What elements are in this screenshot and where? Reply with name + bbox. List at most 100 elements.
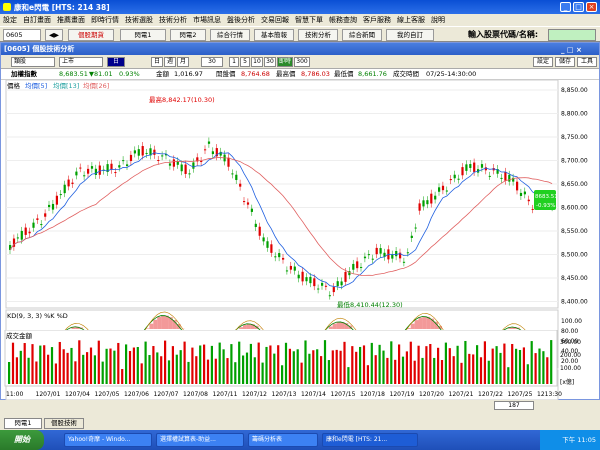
min-button[interactable]: 10 [251, 57, 263, 67]
volume-bar [214, 358, 217, 384]
volume-bar [230, 344, 233, 384]
volume-bar [179, 350, 182, 384]
volume-bar [206, 359, 210, 384]
volume-bar [359, 346, 362, 384]
candle-body [67, 179, 70, 187]
menu-item[interactable]: 推薦畫面 [54, 15, 88, 25]
scroll-position[interactable]: 187 [494, 401, 534, 410]
candle-body [258, 226, 261, 236]
menu-item[interactable]: 盤後分析 [224, 15, 258, 25]
candle-body [200, 161, 203, 163]
candle-body [192, 162, 195, 169]
period-select[interactable]: 日 [107, 57, 125, 67]
tab-flash1[interactable]: 閃電1 [4, 418, 42, 429]
control-bar: 類股 上市 日 日 週 月 30 1 5 10 30 即時 300 設定 儲存 … [1, 55, 599, 69]
menu-item[interactable]: 線上客服 [394, 15, 428, 25]
low-label: 最低價 [334, 70, 354, 78]
task-button-active[interactable]: 康和e閃電 [HTS: 21... [322, 433, 418, 447]
price-y-axis: 8,850.00 8,800.00 8,750.00 8,700.00 8,650.00… [561, 87, 588, 306]
menu-item[interactable]: 設定 [0, 15, 20, 25]
kd-overbought [410, 323, 415, 329]
x-tick: 1207/21 [449, 391, 474, 398]
period-week-button[interactable]: 週 [164, 57, 176, 67]
annot-high: 最高8,842.17(10.30) [149, 95, 215, 104]
count-select[interactable]: 30 [201, 57, 223, 67]
arrow-buttons[interactable]: ◀▶ [45, 29, 63, 41]
menu-item[interactable]: 技術分析 [156, 15, 190, 25]
candle-body [250, 208, 253, 212]
market-select[interactable]: 上市 [59, 57, 103, 67]
minimize-button[interactable]: _ [560, 2, 571, 12]
volume-bar [487, 360, 490, 384]
menu-item[interactable]: 即時行情 [88, 15, 122, 25]
tab-technical[interactable]: 個股技術 [44, 418, 84, 429]
toolbar-button[interactable]: 我的自訂 [386, 29, 434, 41]
menu-item[interactable]: 說明 [428, 15, 448, 25]
toolbar-button[interactable]: 個股期貨 [68, 29, 114, 41]
volume-bar [401, 356, 405, 384]
period-month-button[interactable]: 月 [177, 57, 189, 67]
toolbar-button[interactable]: 基本簡報 [254, 29, 294, 41]
min-button[interactable]: 30 [264, 57, 276, 67]
volume-bar [456, 345, 459, 384]
toolbar-button[interactable]: 閃電1 [120, 29, 166, 41]
volume-bar [109, 348, 112, 384]
start-button[interactable]: 開始 [0, 430, 44, 450]
menu-item[interactable]: 智慧下單 [292, 15, 326, 25]
tools-button[interactable]: 工具 [577, 57, 597, 67]
close-button[interactable]: × [586, 2, 597, 12]
candle-body [180, 164, 183, 172]
volume-bar [429, 343, 432, 384]
candle-body [172, 159, 175, 167]
maximize-button[interactable]: □ [573, 2, 584, 12]
menu-item[interactable]: 客戶服務 [360, 15, 394, 25]
price-y-tick: 8,450.00 [561, 275, 588, 282]
volume-chart: 成交金額 300.00 200.00 100.00 [x億] 11:00 1207/0… [4, 330, 581, 398]
toolbar-button[interactable]: 綜合行情 [210, 29, 250, 41]
candle-body [508, 174, 511, 182]
settings-button[interactable]: 設定 [533, 57, 553, 67]
volume-bar [440, 360, 444, 384]
task-button[interactable]: Yahoo!奇摩 - Windo... [64, 433, 152, 447]
save-button[interactable]: 儲存 [555, 57, 575, 67]
stock-input-field[interactable] [548, 29, 596, 41]
menu-item[interactable]: 帳務查詢 [326, 15, 360, 25]
candle-body [473, 162, 476, 172]
toolbar-button[interactable]: 技術分析 [298, 29, 338, 41]
stock-code-select[interactable]: 0605 [3, 29, 41, 41]
toolbar-button[interactable]: 閃電2 [170, 29, 206, 41]
candle-body [20, 230, 23, 240]
candle-body [305, 277, 308, 282]
menu-item[interactable]: 自訂畫面 [20, 15, 54, 25]
stock-input-label: 輸入股票代碼/名稱: [468, 30, 539, 39]
task-button[interactable]: 籌碼分析表 [248, 433, 318, 447]
candle-body [211, 151, 214, 155]
period-day-button[interactable]: 日 [151, 57, 163, 67]
toolbar-button[interactable]: 綜合新聞 [342, 29, 382, 41]
realtime-button[interactable]: 即時 [277, 57, 293, 67]
n-field[interactable]: 300 [294, 57, 310, 67]
menu-item[interactable]: 交易回報 [258, 15, 292, 25]
type-select[interactable]: 類股 [11, 57, 55, 67]
volume-bar [15, 357, 18, 384]
min-button[interactable]: 1 [229, 57, 239, 67]
legend-price: 價格 [7, 81, 21, 90]
open-label: 開盤價 [216, 70, 236, 78]
volume-bar [281, 365, 284, 384]
volume-bar [413, 360, 416, 384]
volume-bar [152, 346, 155, 384]
index-name: 加權指數 [11, 70, 37, 78]
min-button[interactable]: 5 [240, 57, 250, 67]
task-button[interactable]: 選擇權試算表-助益... [156, 433, 244, 447]
volume-bar [234, 362, 237, 384]
candle-body [519, 192, 523, 196]
menu-item[interactable]: 市場訊息 [190, 15, 224, 25]
volume-bar [273, 353, 276, 384]
candle-body [59, 194, 62, 196]
amount-value: 1,016.97 [174, 70, 203, 78]
candle-body [207, 141, 211, 144]
menu-item[interactable]: 技術選股 [122, 15, 156, 25]
candle-body [98, 165, 101, 175]
index-pct: 0.93% [119, 70, 140, 78]
volume-bar [8, 362, 11, 384]
